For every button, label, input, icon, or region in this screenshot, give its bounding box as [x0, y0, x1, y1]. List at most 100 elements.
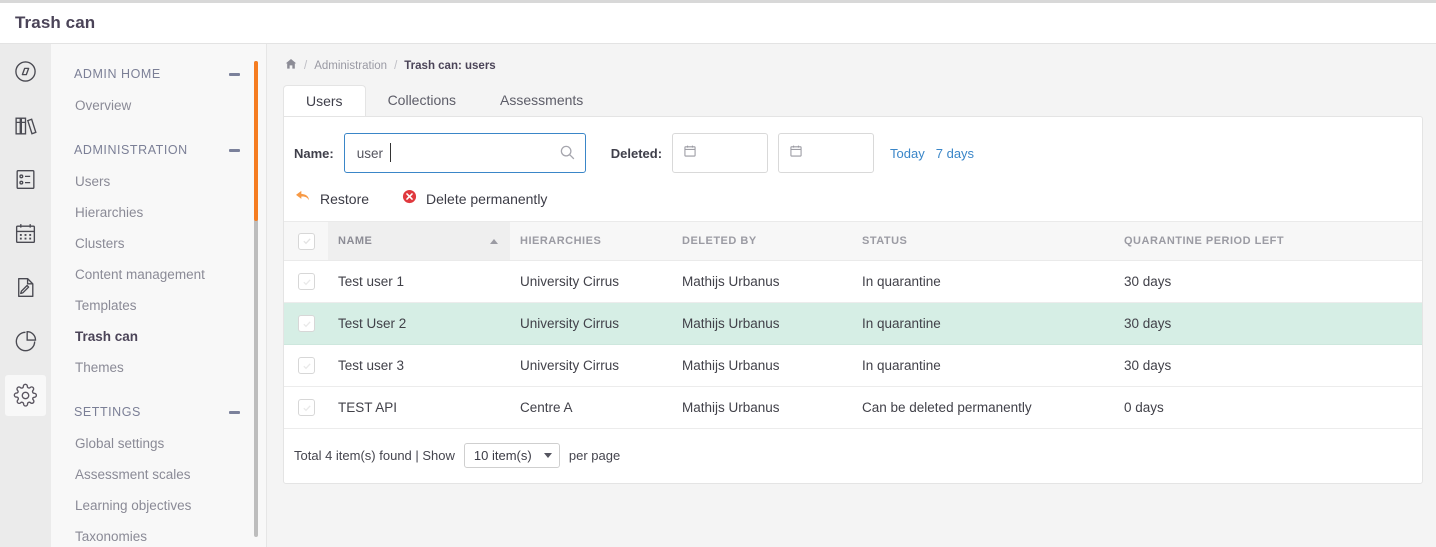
rail-item-pie-chart[interactable] [5, 321, 46, 362]
sidebar-item-themes[interactable]: Themes [51, 352, 266, 383]
cell-deleted-by: Mathijs Urbanus [672, 386, 852, 429]
table-row[interactable]: Test User 2 University Cirrus Mathijs Ur… [284, 302, 1422, 345]
content-panel: Name: Deleted: [283, 116, 1423, 484]
row-checkbox[interactable] [298, 273, 315, 290]
deleted-filter-label: Deleted: [610, 145, 663, 161]
cell-status: Can be deleted permanently [852, 386, 1114, 429]
sidebar-item-learning-objectives[interactable]: Learning objectives [51, 490, 266, 521]
table-footer: Total 4 item(s) found | Show 10 item(s) … [284, 429, 1422, 468]
cell-name: TEST API [328, 386, 510, 429]
minus-icon[interactable] [229, 148, 240, 152]
home-icon[interactable] [285, 58, 297, 73]
search-input[interactable] [343, 133, 586, 173]
page-size-select[interactable]: 10 item(s) [463, 443, 560, 468]
delete-permanently-button[interactable]: Delete permanently [402, 189, 547, 209]
sidebar-item-templates[interactable]: Templates [51, 290, 266, 321]
tab-collections[interactable]: Collections [366, 85, 478, 116]
calendar-icon [789, 144, 803, 163]
sidebar-scrollbar-track[interactable] [254, 61, 258, 537]
breadcrumb-separator: / [394, 59, 398, 72]
table-body: Test user 1 University Cirrus Mathijs Ur… [284, 260, 1422, 429]
app-shell: ADMIN HOME Overview ADMINISTRATION Users… [0, 44, 1436, 547]
sidebar-group-label: SETTINGS [74, 405, 141, 419]
sidebar-item-users[interactable]: Users [51, 166, 266, 197]
column-header-status[interactable]: STATUS [852, 221, 1114, 261]
page-title: Trash can [15, 13, 96, 32]
select-all-checkbox[interactable] [298, 232, 315, 250]
sidebar-item-trash-can[interactable]: Trash can [51, 321, 266, 352]
cell-quarantine: 30 days [1114, 344, 1422, 387]
tab-assessments[interactable]: Assessments [478, 85, 605, 116]
cell-hierarchies: Centre A [510, 386, 672, 429]
quick-filter-today[interactable]: Today [890, 146, 925, 161]
calendar-icon [683, 144, 697, 163]
column-header-name-label: NAME [338, 235, 373, 247]
sidebar-scrollbar-thumb[interactable] [254, 61, 258, 221]
column-header-hierarchies[interactable]: HIERARCHIES [510, 221, 672, 261]
sidebar-nav-list: ADMIN HOME Overview ADMINISTRATION Users… [51, 44, 266, 547]
row-select-cell [284, 386, 328, 429]
sidebar-item-assessment-scales[interactable]: Assessment scales [51, 459, 266, 490]
rail-item-calendar[interactable] [5, 213, 46, 254]
sidebar-item-global-settings[interactable]: Global settings [51, 428, 266, 459]
quick-filter-7days[interactable]: 7 days [936, 146, 974, 161]
sidebar-item-clusters[interactable]: Clusters [51, 228, 266, 259]
total-items-label: Total 4 item(s) found | Show [294, 448, 455, 463]
name-filter-label: Name: [294, 145, 334, 161]
cell-name: Test user 1 [328, 260, 510, 303]
action-bar: Restore Delete permanently [284, 173, 1422, 209]
cell-status: In quarantine [852, 344, 1114, 387]
tab-bar: Users Collections Assessments [283, 85, 1423, 116]
sidebar-group-administration[interactable]: ADMINISTRATION [51, 134, 266, 166]
cell-name: Test User 2 [328, 302, 510, 345]
delete-permanently-label: Delete permanently [426, 191, 548, 207]
table-row[interactable]: Test user 1 University Cirrus Mathijs Ur… [284, 260, 1422, 303]
sidebar-item-hierarchies[interactable]: Hierarchies [51, 197, 266, 228]
calendar-icon [13, 221, 38, 246]
minus-icon[interactable] [229, 72, 240, 76]
breadcrumb: / Administration / Trash can: users [283, 44, 1423, 85]
rail-item-settings[interactable] [5, 375, 46, 416]
rail-item-document-edit[interactable] [5, 267, 46, 308]
sidebar-item-overview[interactable]: Overview [51, 90, 266, 121]
trash-items-table: NAME HIERARCHIES DELETED BY STATUS QUARA… [284, 221, 1422, 429]
cell-name: Test user 3 [328, 344, 510, 387]
cell-hierarchies: University Cirrus [510, 302, 672, 345]
app-header: Trash can [0, 3, 1436, 44]
sidebar-nav: ADMIN HOME Overview ADMINISTRATION Users… [51, 44, 267, 547]
column-header-deleted-by[interactable]: DELETED BY [672, 221, 852, 261]
sort-ascending-icon [490, 238, 498, 244]
main-content: / Administration / Trash can: users User… [267, 44, 1436, 547]
text-cursor [389, 143, 391, 162]
date-from-input[interactable] [672, 133, 769, 173]
table-row[interactable]: TEST API Centre A Mathijs Urbanus Can be… [284, 386, 1422, 429]
sidebar-group-settings[interactable]: SETTINGS [51, 396, 266, 428]
cell-quarantine: 30 days [1114, 302, 1422, 345]
tab-users[interactable]: Users [283, 85, 366, 116]
cell-quarantine: 30 days [1114, 260, 1422, 303]
row-checkbox[interactable] [298, 315, 315, 332]
row-select-cell [284, 302, 328, 345]
sidebar-item-content-management[interactable]: Content management [51, 259, 266, 290]
rail-item-checklist[interactable] [5, 159, 46, 200]
row-checkbox[interactable] [298, 357, 315, 374]
checklist-icon [13, 167, 38, 192]
chevron-down-icon [543, 453, 552, 458]
cell-quarantine: 0 days [1114, 386, 1422, 429]
date-to-input[interactable] [778, 133, 875, 173]
restore-button[interactable]: Restore [294, 189, 369, 209]
row-select-cell [284, 260, 328, 303]
breadcrumb-item-administration[interactable]: Administration [314, 60, 387, 72]
select-all-header [284, 221, 328, 261]
column-header-name[interactable]: NAME [328, 221, 510, 261]
search-icon[interactable] [559, 144, 576, 166]
table-row[interactable]: Test user 3 University Cirrus Mathijs Ur… [284, 344, 1422, 387]
sidebar-item-taxonomies[interactable]: Taxonomies [51, 521, 266, 547]
sidebar-group-admin-home[interactable]: ADMIN HOME [51, 58, 266, 90]
rail-item-compass[interactable] [5, 51, 46, 92]
rail-item-library[interactable] [5, 105, 46, 146]
breadcrumb-item-current: Trash can: users [404, 59, 496, 72]
column-header-quarantine[interactable]: QUARANTINE PERIOD LEFT [1114, 221, 1422, 261]
minus-icon[interactable] [229, 410, 240, 414]
row-checkbox[interactable] [298, 399, 315, 416]
